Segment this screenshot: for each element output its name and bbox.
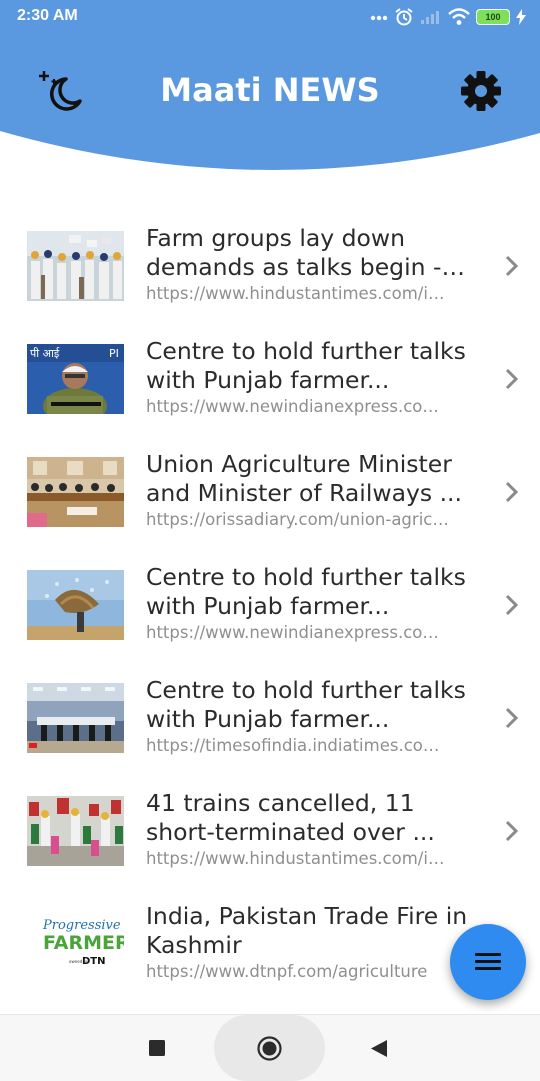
- gear-icon: [461, 71, 501, 111]
- chevron-right-icon: [505, 481, 519, 503]
- news-title: Centre to hold further talks with Punjab…: [146, 337, 466, 394]
- news-item[interactable]: Centre to hold further talks with Punjab…: [0, 554, 540, 666]
- svg-text:Progressive: Progressive: [42, 918, 121, 933]
- svg-text:पी आई: पी आई: [30, 347, 60, 360]
- wifi-icon: [448, 8, 470, 25]
- news-thumbnail: Progressive FARMER DTN owned by: [27, 909, 124, 979]
- status-icons: 100: [370, 6, 526, 28]
- news-title: Union Agriculture Minister and Minister …: [146, 450, 462, 507]
- news-url: https://timesofindia.indiatimes.com/indi…: [146, 736, 451, 755]
- recents-square-icon[interactable]: [148, 1039, 166, 1057]
- chevron-right-icon: [505, 368, 519, 390]
- news-url: https://www.dtnpf.com/agriculture: [146, 962, 428, 981]
- progressive-farmer-logo: Progressive FARMER DTN owned by: [27, 909, 124, 979]
- chevron-right-icon: [505, 820, 519, 842]
- status-bar: 2:30 AM 100: [0, 0, 540, 33]
- news-url: https://www.newindianexpress.com/nation: [146, 623, 451, 642]
- app-header: Maati NEWS: [0, 33, 540, 173]
- news-thumbnail: [27, 231, 124, 301]
- alarm-icon: [395, 8, 413, 26]
- news-title: 41 trains cancelled, 11 short-terminated…: [146, 789, 435, 846]
- news-item[interactable]: Farm groups lay down demands as talks be…: [0, 215, 540, 327]
- settings-button[interactable]: [458, 69, 504, 113]
- chevron-right-icon: [505, 255, 519, 277]
- battery-icon: 100: [476, 9, 510, 25]
- news-title: Centre to hold further talks with Punjab…: [146, 676, 466, 733]
- menu-fab-button[interactable]: [450, 924, 526, 1000]
- news-item[interactable]: 41 trains cancelled, 11 short-terminated…: [0, 780, 540, 892]
- news-url: https://www.hindustantimes.com/india-new…: [146, 849, 451, 868]
- news-url: https://orissadiary.com/union-agricultur…: [146, 510, 451, 529]
- home-circle-icon[interactable]: [256, 1035, 283, 1062]
- news-url: https://www.hindustantimes.com/india-new…: [146, 284, 451, 303]
- news-thumbnail: [27, 457, 124, 527]
- chevron-right-icon: [505, 707, 519, 729]
- signal-icon: [421, 11, 439, 24]
- news-title: Farm groups lay down demands as talks be…: [146, 224, 442, 281]
- svg-text:owned by: owned by: [69, 959, 89, 964]
- news-thumbnail: पी आई PI: [27, 344, 124, 414]
- dots-icon: [370, 15, 388, 21]
- news-item[interactable]: Centre to hold further talks with Punjab…: [0, 667, 540, 779]
- system-nav-bar: [0, 1014, 540, 1081]
- news-thumbnail: [27, 683, 124, 753]
- status-time: 2:30 AM: [17, 7, 78, 24]
- news-item[interactable]: Union Agriculture Minister and Minister …: [0, 441, 540, 553]
- news-url: https://www.newindianexpress.com/nation: [146, 397, 451, 416]
- news-title: Centre to hold further talks with Punjab…: [146, 563, 466, 620]
- svg-text:FARMER: FARMER: [43, 932, 124, 954]
- charging-icon: [516, 9, 526, 25]
- chevron-right-icon: [505, 594, 519, 616]
- news-thumbnail: [27, 796, 124, 866]
- back-triangle-icon[interactable]: [370, 1039, 388, 1058]
- svg-text:PI: PI: [109, 347, 119, 360]
- news-title: India, Pakistan Trade Fire in Kashmir: [146, 902, 468, 959]
- news-thumbnail: [27, 570, 124, 640]
- news-item[interactable]: पी आई PI Centre to hold further talks wi…: [0, 328, 540, 440]
